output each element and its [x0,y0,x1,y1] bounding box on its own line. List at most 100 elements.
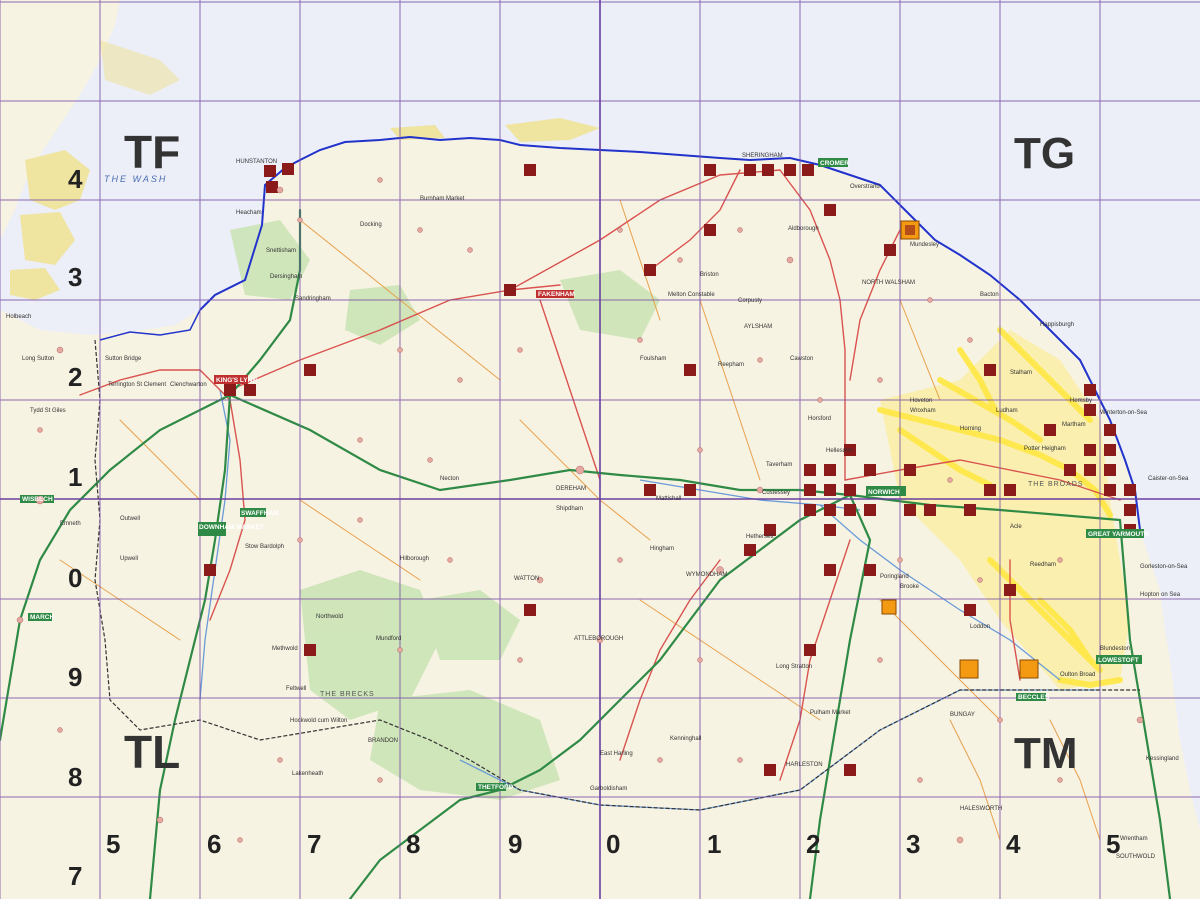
town-label: SHERINGHAM [742,153,783,159]
place-label: Loddon [970,624,990,630]
town-label: LOWESTOFT [1098,657,1139,664]
place-label: Foulsham [640,356,666,362]
place-label: Sandringham [295,296,331,302]
place-label: Corpusty [738,298,762,304]
square-label-tg: TG [1014,129,1075,178]
place-label: East Harling [600,751,633,757]
col-label: 3 [906,829,920,859]
place-label: Northwold [316,614,343,620]
place-label: Dersingham [270,274,302,280]
town-label: SOUTHWOLD [1116,854,1156,860]
town-label: BUNGAY [950,712,975,718]
place-label: Stalham [1010,370,1032,376]
row-label: 0 [68,563,82,593]
place-label: Tydd St Giles [30,408,66,414]
square-label-tf: TF [124,126,180,178]
place-label: Martham [1062,422,1086,428]
place-label: Taverham [766,462,792,468]
town-label: CROMER [820,160,849,167]
place-label: Acle [1010,524,1022,530]
place-label: Happisburgh [1040,322,1074,328]
place-label: Potter Heigham [1024,446,1066,452]
highlight-square-inner [905,225,915,235]
place-label: Burnham Market [420,196,465,202]
place-label: Gorleston-on-Sea [1140,564,1188,570]
town-label: GREAT YARMOUTH [1088,531,1149,538]
place-label: Hopton on Sea [1140,592,1181,598]
place-label: Aldborough [788,226,819,232]
row-label: 3 [68,262,82,292]
region-label: THE BRECKS [320,691,375,698]
town-label: SWAFFHAM [241,510,279,517]
row-label: 4 [68,164,83,194]
town-label: KING'S LYNN [216,377,257,384]
row-label: 9 [68,662,82,692]
place-label: Wroxham [910,408,936,414]
col-label: 1 [707,829,721,859]
place-label: Caister-on-Sea [1148,476,1189,482]
place-label: Cawston [790,356,813,362]
place-label: Briston [700,272,719,278]
place-label: Methwold [272,646,298,652]
place-label: Shipdham [556,506,583,512]
col-label: 2 [806,829,820,859]
town-label: WYMONDHAM [686,572,727,578]
col-label: 7 [307,829,321,859]
town-label: AYLSHAM [744,324,772,330]
col-label: 4 [1006,829,1021,859]
region-label: THE BROADS [1028,481,1084,488]
place-label: Winterton-on-Sea [1100,410,1148,416]
place-label: Terrington St Clement [108,382,166,388]
place-label: Melton Constable [668,292,715,298]
place-label: Overstrand [850,184,880,190]
place-label: Upwell [120,556,138,562]
place-label: Necton [440,476,459,482]
map-canvas[interactable]: HUNSTANTON Heacham Docking Burnham Marke… [0,0,1200,899]
place-label: Feltwell [286,686,306,692]
town-label: ATTLEBOROUGH [574,636,623,642]
place-label: Hockwold cum Wilton [290,718,347,724]
place-label: Horning [960,426,981,432]
square-label-tm: TM [1014,729,1078,778]
col-label: 5 [1106,829,1120,859]
place-label: Hethersett [746,534,774,540]
place-label: Lakenheath [292,771,323,777]
town-label: NORWICH [868,489,900,496]
place-label: Heacham [236,210,262,216]
place-label: Pulham Market [810,710,851,716]
town-label: BECCLES [1018,694,1050,701]
place-label: Kessingland [1146,756,1179,762]
town-label: WATTON [514,576,539,582]
place-label: Emneth [60,521,81,527]
place-label: Hilborough [400,556,429,562]
town-label: DOWNHAM MARKET [199,524,264,531]
place-label: Mattishall [656,496,681,502]
place-label: Oulton Broad [1060,672,1095,678]
row-label: 1 [68,462,82,492]
town-label: HALESWORTH [960,806,1002,812]
place-label: Outwell [120,516,140,522]
place-label: HUNSTANTON [236,159,277,165]
town-label: DEREHAM [556,486,586,492]
place-label: Docking [360,222,382,228]
place-label: Long Stratton [776,664,812,670]
col-label: 0 [606,829,620,859]
place-label: Kenninghall [670,736,701,742]
place-label: Long Sutton [22,356,54,362]
place-label: Hemsby [1070,398,1092,404]
place-label: Hoveton [910,398,932,404]
col-label: 5 [106,829,120,859]
place-label: Mundesley [910,242,939,248]
place-label: Snettisham [266,248,296,254]
town-label: MARCH [30,614,54,621]
place-label: Clenchwarton [170,382,207,388]
place-label: Brooke [900,584,920,590]
place-label: Reedham [1030,562,1056,568]
place-label: Reepham [718,362,744,368]
town-label: THETFORD [478,784,514,791]
place-label: Horsford [808,416,831,422]
town-label: HARLESTON [786,762,823,768]
row-label: 8 [68,762,82,792]
place-label: Ludham [996,408,1018,414]
place-label: Hingham [650,546,674,552]
